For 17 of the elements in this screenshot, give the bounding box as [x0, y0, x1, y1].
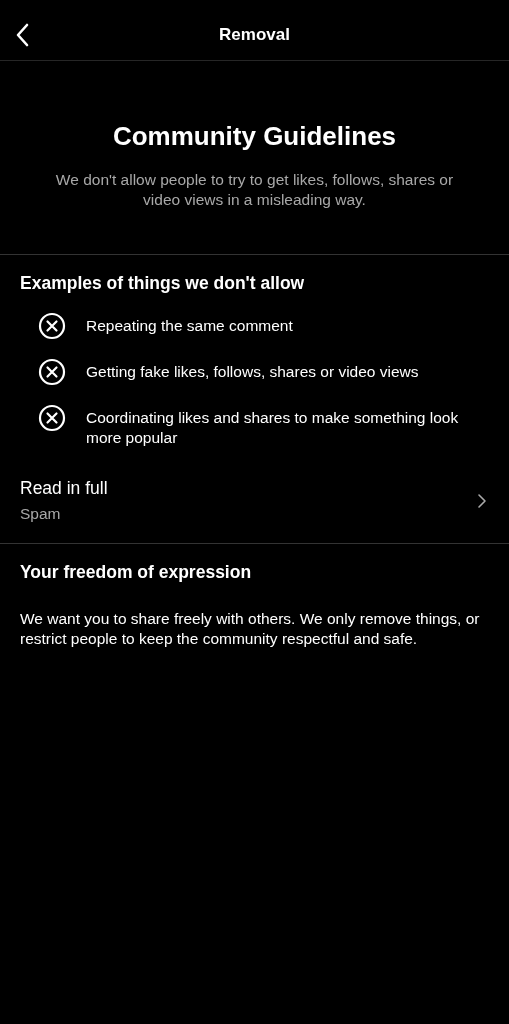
section-heading: Your freedom of expression	[20, 562, 253, 583]
section-heading: Examples of things we don't allow	[20, 273, 306, 294]
chevron-right-icon	[477, 492, 487, 509]
freedom-text: We want you to share freely with others. We only remove things, or restrict people to keep the community respectful and safe.	[20, 609, 480, 649]
guidelines-description: We don't allow people to try to get likes, follows, shares or video views in a misleading way.	[54, 170, 455, 210]
circle-x-icon	[38, 358, 66, 386]
page-title: Removal	[219, 25, 290, 45]
read-in-full-label: Read in full	[20, 478, 108, 499]
read-in-full-sublabel: Spam	[20, 505, 62, 523]
guidelines-title: Community Guidelines	[111, 121, 398, 152]
example-text: Repeating the same comment	[86, 316, 293, 336]
circle-x-icon	[38, 404, 66, 432]
back-icon[interactable]	[15, 23, 29, 47]
circle-x-icon	[38, 312, 66, 340]
read-in-full-row[interactable]: Read in full Spam	[0, 448, 509, 544]
example-text: Getting fake likes, follows, shares or video views	[86, 362, 419, 382]
example-text: Coordinating likes and shares to make something look more popular	[86, 408, 460, 448]
